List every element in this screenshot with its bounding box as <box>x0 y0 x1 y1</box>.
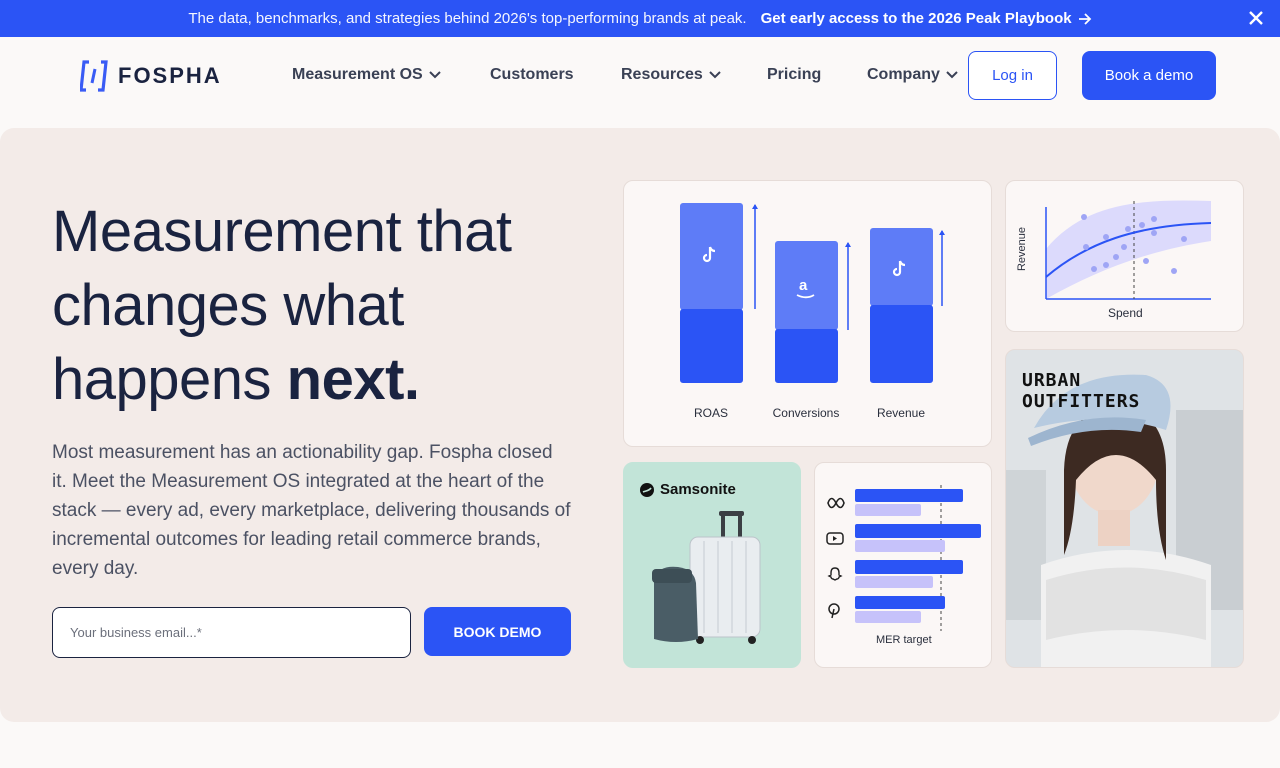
curve-xlabel: Spend <box>1108 306 1143 320</box>
curve-ylabel: Revenue <box>1016 226 1029 272</box>
banner-message: The data, benchmarks, and strategies beh… <box>188 10 747 27</box>
snapchat-icon <box>827 567 843 581</box>
response-curve-card: Revenue Spend <box>1005 180 1244 332</box>
bar-label-revenue: Revenue <box>876 406 926 420</box>
banner-cta-link[interactable]: Get early access to the 2026 Peak Playbo… <box>761 10 1092 27</box>
hero-subtext: Most measurement has an actionability ga… <box>52 442 571 579</box>
arrow-right-icon <box>1078 12 1091 25</box>
banner-cta-label: Get early access to the 2026 Peak Playbo… <box>760 10 1072 27</box>
roas-bar-top <box>680 203 743 310</box>
nav-company[interactable]: Company <box>867 66 958 84</box>
roas-bar-bottom <box>680 309 743 383</box>
fospha-logo-icon <box>80 60 108 92</box>
nav-label: Company <box>867 66 940 83</box>
svg-text:a: a <box>799 277 808 294</box>
nav-measurement-os[interactable]: Measurement OS <box>292 66 441 84</box>
bar-label-roas: ROAS <box>693 406 728 420</box>
urban-logo-line: OUTFITTERS <box>1022 391 1141 412</box>
mer-target-card: MER target <box>814 462 992 668</box>
urban-outfitters-card: URBAN OUTFITTERS <box>1005 349 1244 668</box>
youtube-icon <box>826 532 844 545</box>
nav-customers[interactable]: Customers <box>490 66 574 84</box>
headline-line: Measurement that <box>52 199 512 264</box>
urban-outfitters-logo: URBAN OUTFITTERS <box>1022 370 1140 412</box>
hero-section: Measurement that changes what happens ne… <box>0 128 1280 722</box>
chevron-down-icon <box>946 71 958 79</box>
book-a-demo-button[interactable]: Book a demo <box>1082 51 1216 100</box>
logo-text: FOSPHA <box>118 63 222 88</box>
headline-line: happens <box>52 347 287 412</box>
top-navigation: FOSPHA Measurement OS Customers Resource… <box>0 37 1280 128</box>
bar-label-conversions: Conversions <box>772 406 840 420</box>
announcement-banner: The data, benchmarks, and strategies beh… <box>0 0 1280 37</box>
book-demo-button[interactable]: BOOK DEMO <box>424 607 571 656</box>
hero-headline: Measurement that changes what happens ne… <box>52 195 612 417</box>
samsonite-card: Samsonite <box>623 462 801 668</box>
mer-target-label: MER target <box>876 634 932 646</box>
chevron-down-icon <box>429 71 441 79</box>
channel-bars-card: a ROAS Conversions Revenue <box>623 180 992 447</box>
headline-emphasis: next. <box>286 347 420 412</box>
urban-logo-line: URBAN <box>1022 370 1082 391</box>
nav-label: Pricing <box>767 66 822 83</box>
close-icon[interactable] <box>1246 8 1266 28</box>
conversions-bar-bottom <box>775 329 838 383</box>
meta-icon <box>827 497 845 509</box>
fospha-logo[interactable]: FOSPHA <box>80 59 222 93</box>
headline-line: changes what <box>52 273 404 338</box>
pinterest-icon <box>828 603 840 619</box>
login-button[interactable]: Log in <box>968 51 1057 100</box>
business-email-input[interactable] <box>52 607 411 658</box>
nav-label: Resources <box>621 66 703 83</box>
nav-label: Customers <box>490 66 574 83</box>
luggage-illustration <box>652 511 761 644</box>
nav-pricing[interactable]: Pricing <box>767 66 821 84</box>
revenue-bar-bottom <box>870 305 933 383</box>
nav-resources[interactable]: Resources <box>621 66 721 84</box>
revenue-bar-top <box>870 228 933 306</box>
chevron-down-icon <box>709 71 721 79</box>
nav-label: Measurement OS <box>292 66 423 83</box>
